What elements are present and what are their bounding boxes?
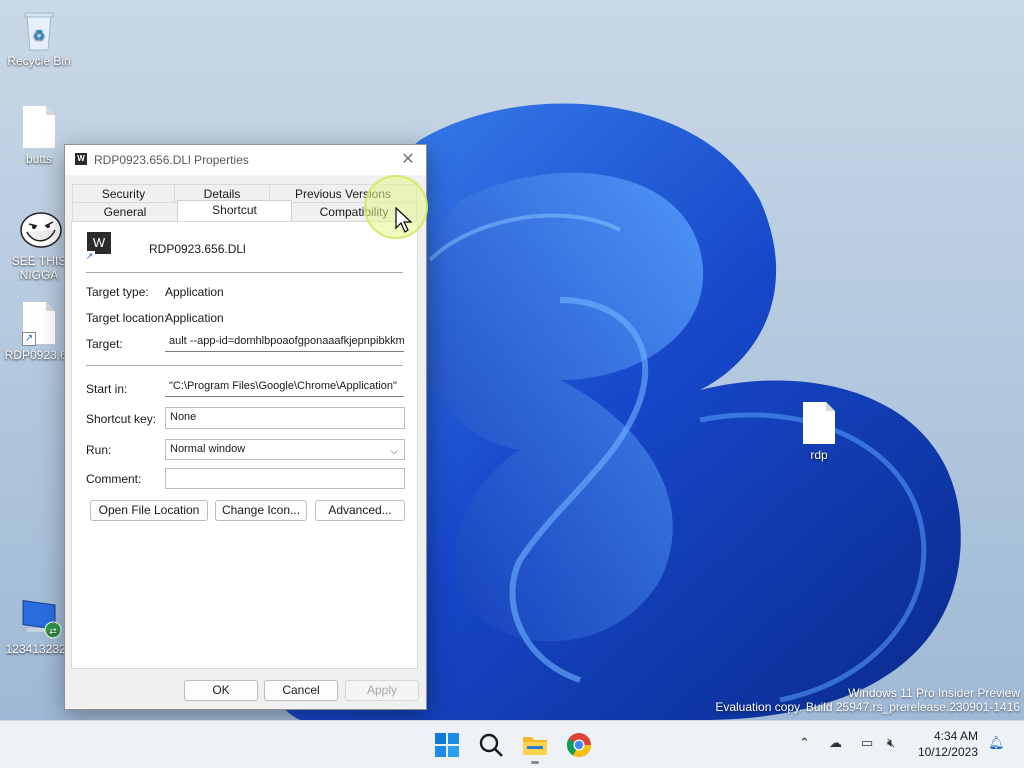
- notification-bell-icon[interactable]: 🔔︎: [988, 735, 1005, 751]
- target-type-value: Application: [165, 285, 224, 299]
- shortcut-panel: W ↗ RDP0923.656.DLl Target type: Applica…: [71, 221, 418, 669]
- clock-time: 4:34 AM: [933, 729, 978, 743]
- watermark-line-1: Windows 11 Pro Insider Preview: [848, 686, 1020, 700]
- shortcut-key-label: Shortcut key:: [86, 412, 157, 426]
- ok-button[interactable]: OK: [184, 680, 258, 701]
- document-icon: [22, 106, 56, 150]
- shortcut-arrow-icon: ↗: [22, 332, 36, 346]
- comment-field[interactable]: [165, 468, 405, 489]
- target-type-label: Target type:: [86, 285, 149, 299]
- cancel-button[interactable]: Cancel: [264, 680, 338, 701]
- comment-label: Comment:: [86, 472, 142, 486]
- advanced-button[interactable]: Advanced...: [315, 500, 405, 521]
- chrome-icon: [566, 733, 591, 758]
- desktop-icon-recycle-bin[interactable]: ♻ Recycle Bin: [1, 8, 77, 68]
- run-label: Run:: [86, 443, 112, 457]
- tab-security[interactable]: Security: [72, 184, 175, 202]
- target-location-label: Target location:: [86, 311, 168, 325]
- change-icon-button[interactable]: Change Icon...: [215, 500, 307, 521]
- close-icon: ✕: [401, 151, 415, 168]
- desktop-icon-label: rdp: [810, 448, 828, 462]
- file-name: RDP0923.656.DLl: [149, 242, 246, 256]
- tab-general[interactable]: General: [72, 202, 178, 220]
- run-dropdown-value: Normal window: [170, 443, 246, 455]
- svg-text:♻: ♻: [33, 28, 46, 44]
- target-location-value: Application: [165, 311, 224, 325]
- target-label: Target:: [86, 337, 123, 351]
- desktop-icon-rdp[interactable]: rdp: [781, 402, 857, 462]
- chrome-button[interactable]: [565, 731, 593, 759]
- taskbar: ⌃ ☁ ▭ 🔇︎ 4:34 AM 10/12/2023 🔔︎: [0, 720, 1024, 768]
- evaluation-watermark: Windows 11 Pro Insider Preview Evaluatio…: [715, 686, 1020, 714]
- recycle-bin-icon: ♻: [19, 8, 59, 52]
- start-icon: [435, 733, 459, 757]
- system-clock[interactable]: 4:34 AM 10/12/2023: [918, 728, 978, 760]
- shortcut-arrow-icon: ↗: [84, 251, 95, 262]
- trollface-icon: [19, 208, 62, 252]
- search-button[interactable]: [477, 731, 505, 759]
- file-icon: W ↗: [84, 232, 111, 262]
- clock-date: 10/12/2023: [917, 745, 978, 759]
- shortcut-key-field[interactable]: None: [165, 407, 405, 429]
- file-explorer-button[interactable]: [521, 731, 549, 764]
- tab-shortcut[interactable]: Shortcut: [177, 200, 292, 221]
- desktop-icon-label: Recycle Bin: [7, 54, 71, 68]
- network-icon[interactable]: ▭: [861, 735, 873, 751]
- dialog-title: RDP0923.656.DLl Properties: [94, 153, 249, 167]
- speaker-muted-icon[interactable]: 🔇︎: [887, 735, 895, 751]
- chevron-down-icon: ⌵: [390, 446, 398, 457]
- svg-text:⇄: ⇄: [49, 627, 57, 637]
- divider: [86, 272, 403, 273]
- running-indicator: [531, 761, 539, 764]
- target-field[interactable]: ault --app-id=domhlbpoaofgponaaafkjepnpi…: [165, 332, 404, 352]
- remote-desktop-icon: ⇄: [19, 596, 62, 640]
- file-explorer-icon: [523, 737, 547, 755]
- chevron-up-icon[interactable]: ⌃: [799, 735, 810, 751]
- start-in-label: Start in:: [86, 382, 128, 396]
- app-icon: W: [75, 153, 87, 165]
- apply-button[interactable]: Apply: [345, 680, 419, 701]
- watermark-line-2: Evaluation copy. Build 25947.rs_prerelea…: [715, 700, 1020, 714]
- start-in-field[interactable]: "C:\Program Files\Google\Chrome\Applicat…: [165, 377, 404, 397]
- search-icon: [479, 733, 503, 757]
- run-dropdown[interactable]: Normal window ⌵: [165, 439, 405, 460]
- divider: [86, 365, 403, 366]
- document-icon: ↗: [22, 302, 56, 346]
- open-file-location-button[interactable]: Open File Location: [90, 500, 208, 521]
- close-button[interactable]: ✕: [398, 150, 418, 170]
- onedrive-icon[interactable]: ☁: [829, 735, 842, 751]
- dialog-titlebar[interactable]: W RDP0923.656.DLl Properties ✕: [65, 145, 426, 175]
- document-icon: [802, 402, 836, 446]
- start-button[interactable]: [433, 731, 461, 759]
- mouse-cursor-icon: [395, 206, 413, 233]
